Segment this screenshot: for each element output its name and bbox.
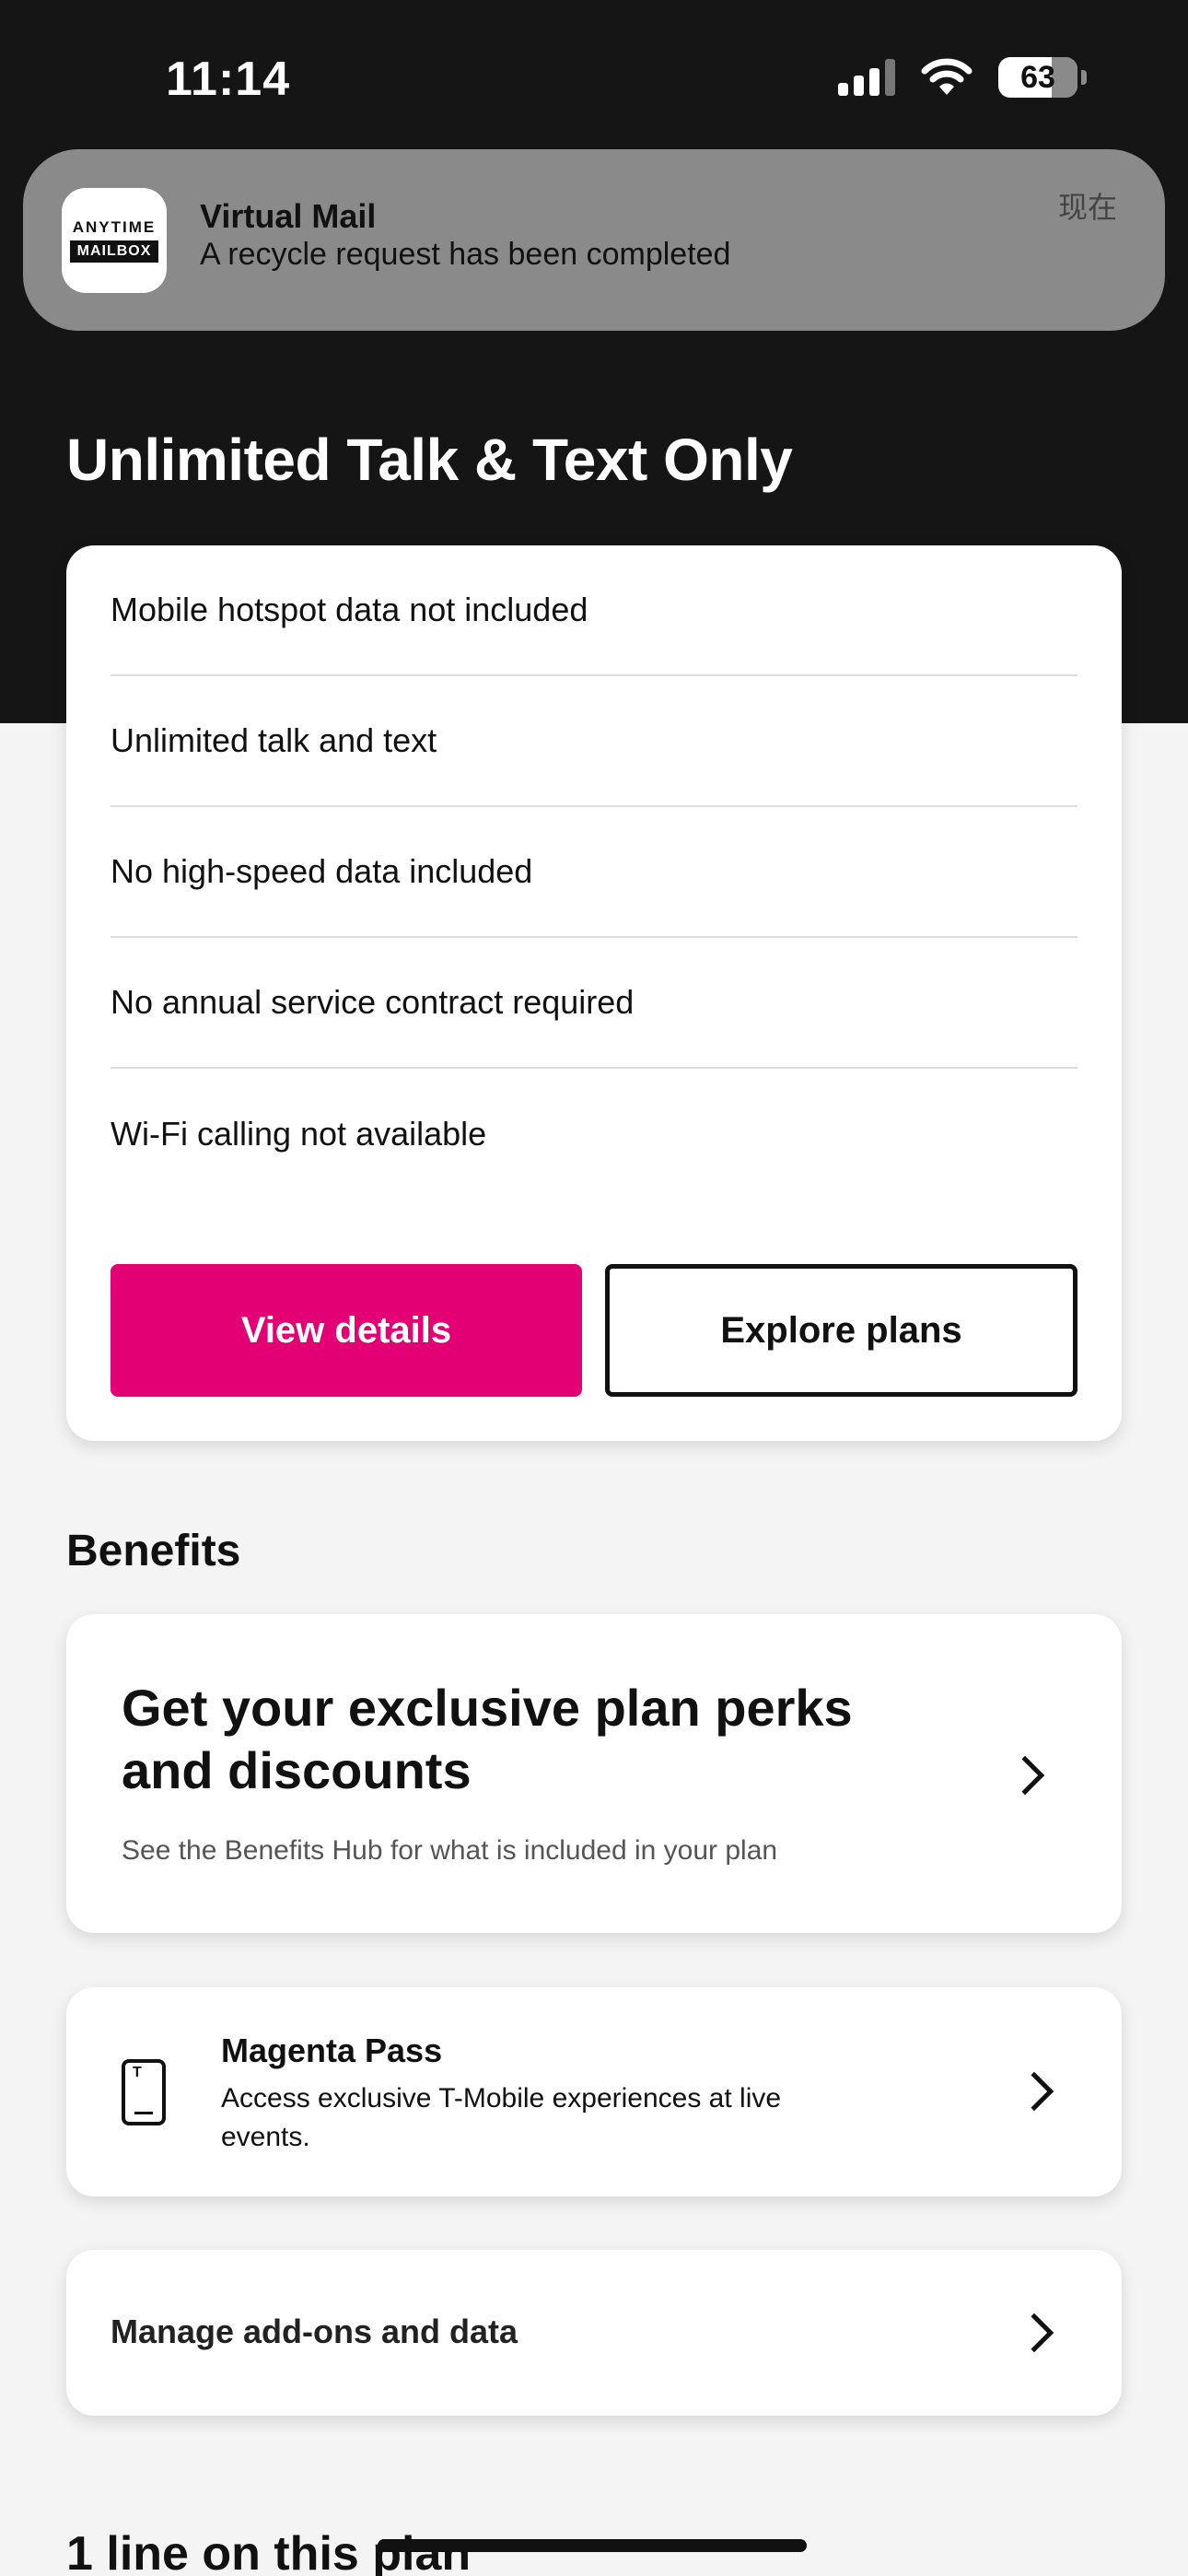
anytime-mailbox-app-icon: ANYTIME MAILBOX xyxy=(62,188,167,293)
home-indicator[interactable] xyxy=(378,2539,807,2552)
plan-feature: Unlimited talk and text xyxy=(111,676,1077,807)
magenta-pass-title: Magenta Pass xyxy=(221,2032,443,2069)
chevron-right-icon xyxy=(1014,2071,1054,2112)
wifi-icon xyxy=(921,58,973,95)
notification-title: Virtual Mail xyxy=(200,197,377,235)
plan-feature: No annual service contract required xyxy=(111,938,1077,1069)
battery-level: 63 xyxy=(1020,59,1055,95)
magenta-pass-card[interactable]: T Magenta Pass Access exclusive T-Mobile… xyxy=(66,1987,1122,2196)
manage-addons-card[interactable]: Manage add-ons and data xyxy=(66,2250,1122,2416)
plan-card: Mobile hotspot data not included Unlimit… xyxy=(66,545,1122,1441)
plan-feature: Wi-Fi calling not available xyxy=(111,1115,487,1153)
benefits-heading: Benefits xyxy=(66,1527,241,1575)
status-time: 11:14 xyxy=(166,53,291,106)
plan-title: Unlimited Talk & Text Only xyxy=(66,427,793,493)
cellular-signal-icon xyxy=(838,59,895,96)
battery-icon: 63 xyxy=(998,57,1077,98)
notification-banner[interactable]: ANYTIME MAILBOX Virtual Mail A recycle r… xyxy=(23,149,1165,331)
notification-body: A recycle request has been completed xyxy=(200,237,731,272)
perks-title: Get your exclusive plan perks and discou… xyxy=(122,1679,853,1799)
perks-subtitle: See the Benefits Hub for what is include… xyxy=(122,1835,778,1866)
chevron-right-icon xyxy=(1014,2313,1054,2353)
plan-feature-list: Mobile hotspot data not included Unlimit… xyxy=(111,545,1077,1200)
notification-time: 现在 xyxy=(1057,191,1117,224)
phone-icon: T xyxy=(122,2059,166,2125)
status-icons: 63 xyxy=(838,57,1087,98)
chevron-right-icon xyxy=(1005,1755,1045,1796)
manage-addons-label: Manage add-ons and data xyxy=(111,2313,518,2350)
view-details-button[interactable]: View details xyxy=(111,1264,582,1397)
plan-feature: No high-speed data included xyxy=(111,807,1077,938)
magenta-pass-description: Access exclusive T-Mobile experiences at… xyxy=(221,2083,782,2152)
plan-feature: Mobile hotspot data not included xyxy=(111,545,1077,676)
plan-perks-card[interactable]: Get your exclusive plan perks and discou… xyxy=(66,1614,1122,1933)
explore-plans-button[interactable]: Explore plans xyxy=(605,1264,1077,1397)
